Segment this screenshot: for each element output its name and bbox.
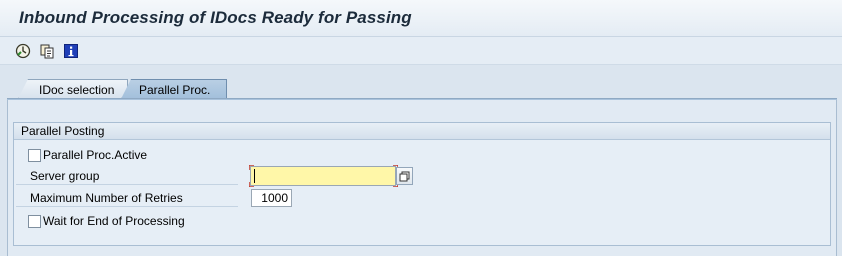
program-info-button[interactable] xyxy=(62,42,80,60)
wait-end-row: Wait for End of Processing xyxy=(28,212,185,230)
execute-button[interactable] xyxy=(14,42,32,60)
value-help-button[interactable] xyxy=(396,167,413,185)
parallel-active-label: Parallel Proc.Active xyxy=(43,148,148,162)
required-corner-icon xyxy=(249,182,254,187)
value-help-icon xyxy=(399,171,410,181)
variant-icon xyxy=(40,44,54,59)
info-icon xyxy=(64,44,78,58)
text-cursor xyxy=(254,169,255,183)
execute-icon xyxy=(15,43,31,59)
server-group-input[interactable] xyxy=(250,166,396,186)
tab-label: IDoc selection xyxy=(39,82,115,97)
max-retries-input[interactable]: 1000 xyxy=(251,189,292,207)
server-group-label: Server group xyxy=(16,167,238,185)
wait-end-label: Wait for End of Processing xyxy=(43,214,185,228)
application-toolbar xyxy=(0,37,842,65)
wait-end-checkbox[interactable] xyxy=(28,214,41,228)
get-variant-button[interactable] xyxy=(38,42,56,60)
group-title: Parallel Posting xyxy=(14,123,830,140)
page-title: Inbound Processing of IDocs Ready for Pa… xyxy=(19,8,412,27)
parallel-active-checkbox[interactable] xyxy=(28,148,41,162)
tab-idoc-selection[interactable]: IDoc selection xyxy=(18,79,128,99)
required-corner-icon xyxy=(249,165,254,170)
parallel-active-row: Parallel Proc.Active xyxy=(28,146,147,164)
title-bar: Inbound Processing of IDocs Ready for Pa… xyxy=(0,0,842,37)
max-retries-label: Maximum Number of Retries xyxy=(16,189,238,207)
tab-parallel-proc[interactable]: Parallel Proc. xyxy=(121,79,227,99)
tab-label: Parallel Proc. xyxy=(139,82,211,97)
